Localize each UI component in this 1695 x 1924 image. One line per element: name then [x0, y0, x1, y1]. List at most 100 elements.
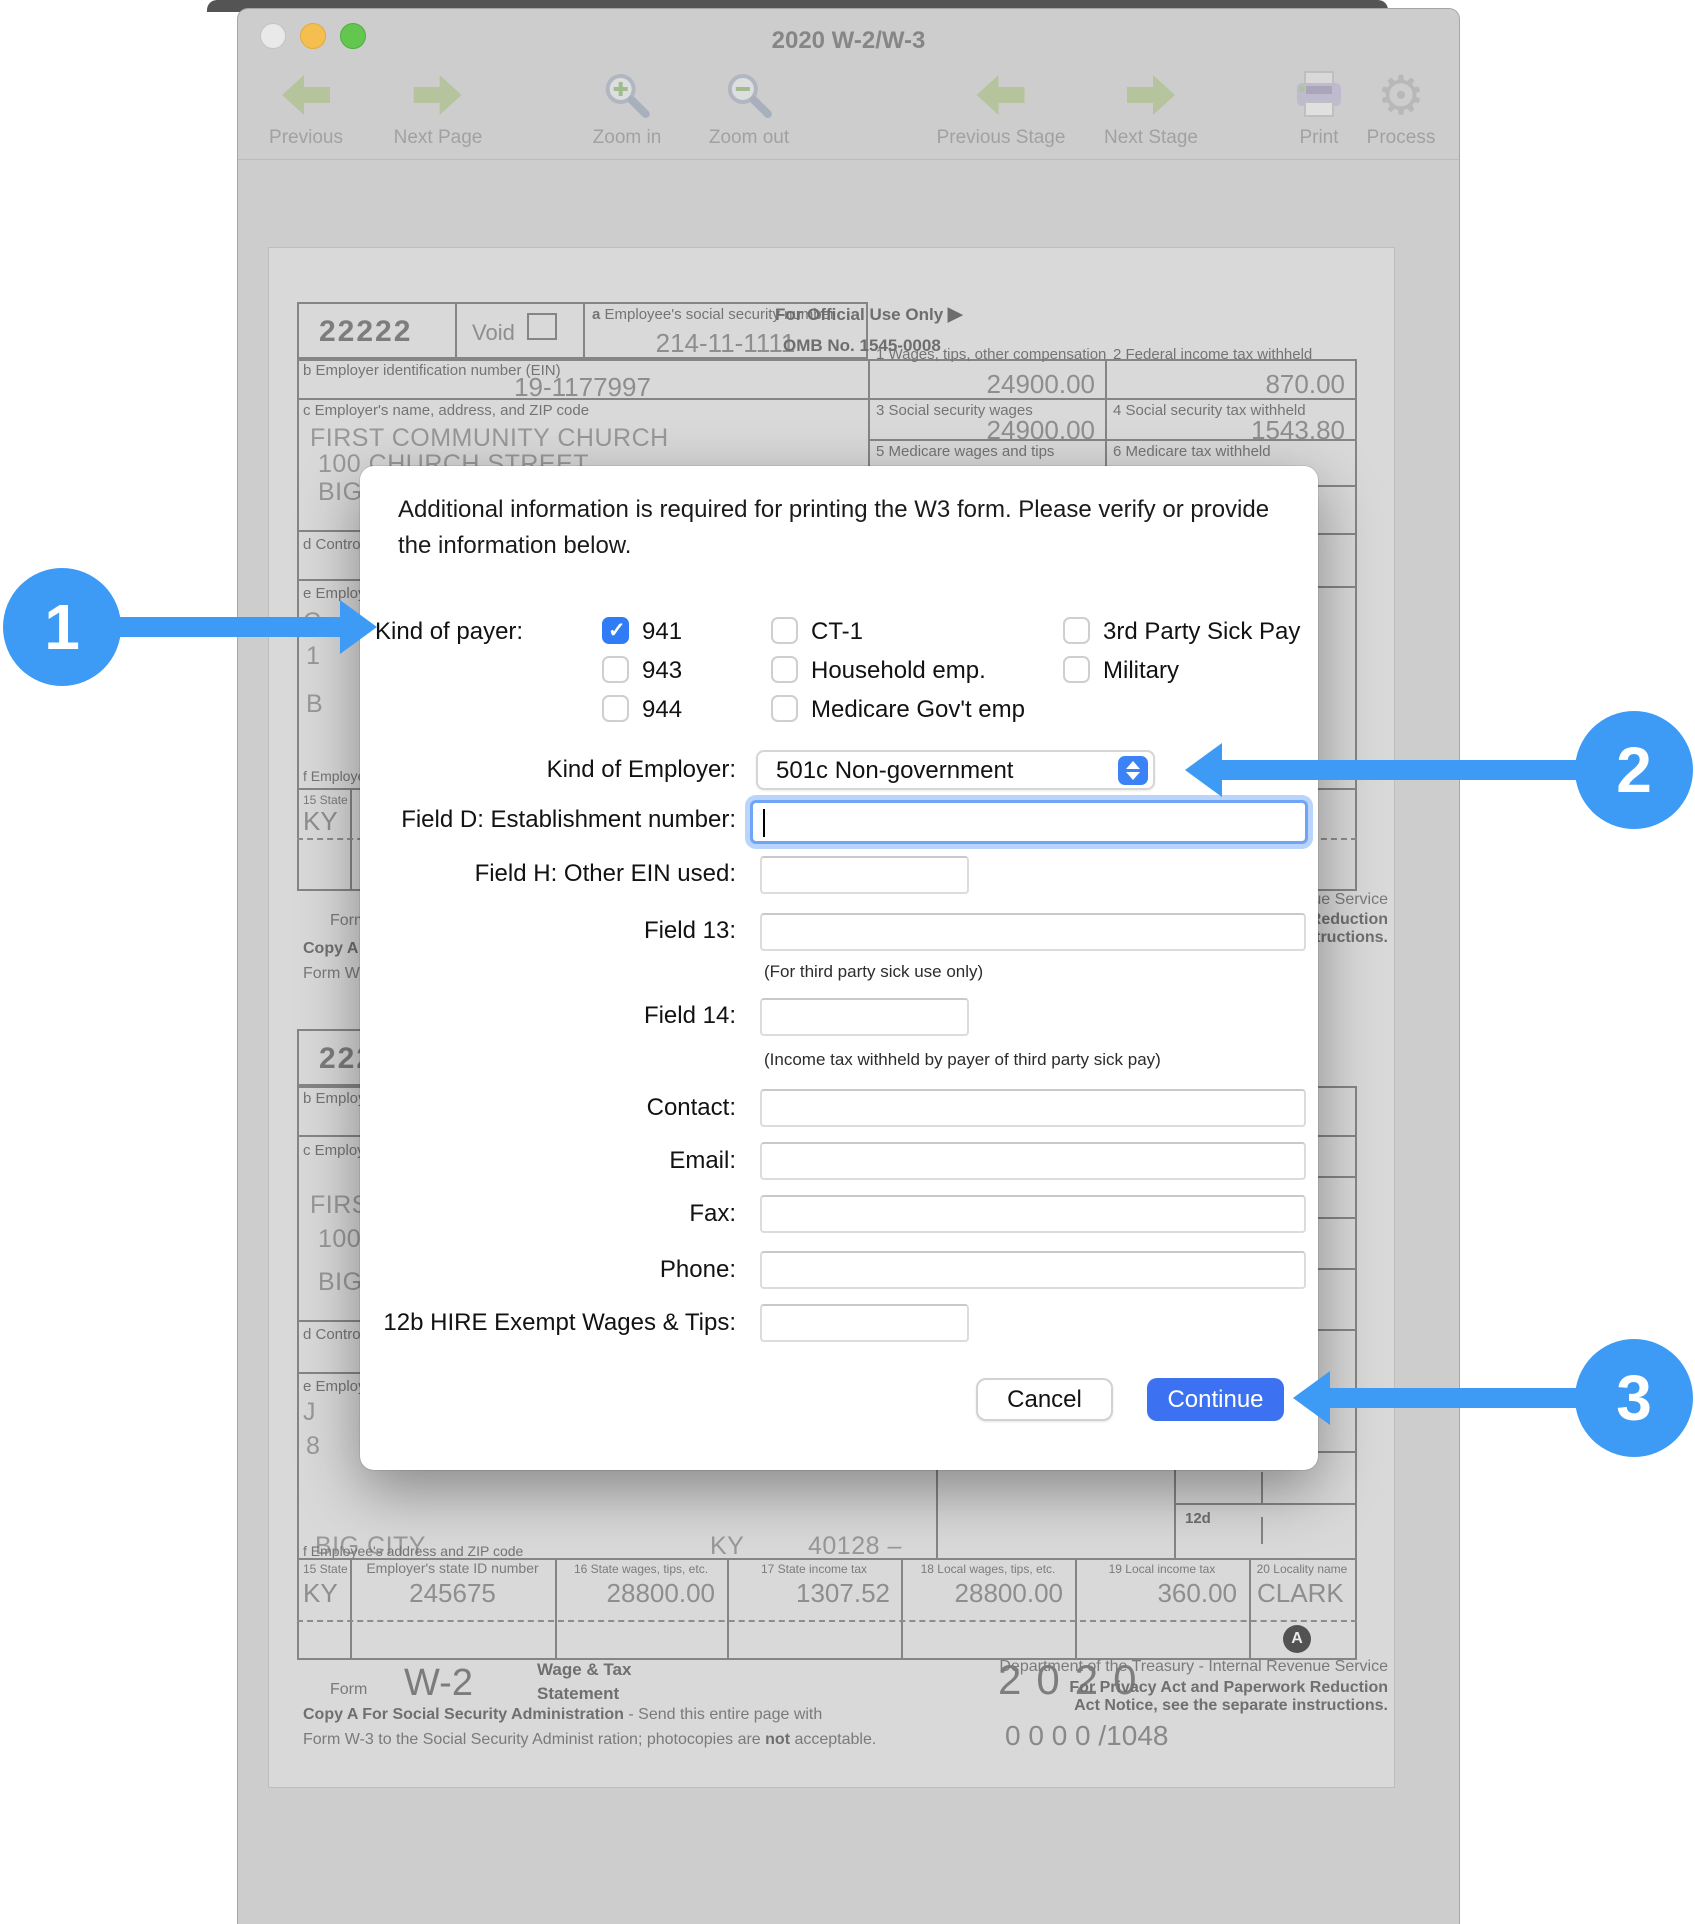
checkbox-941-label: 941: [642, 618, 682, 646]
checkbox-943[interactable]: [602, 656, 629, 683]
box12d-label: 12d: [1185, 1510, 1211, 1527]
checkbox-941[interactable]: [602, 617, 629, 644]
field-h-input[interactable]: [760, 856, 969, 894]
arrow-left-icon: [269, 67, 343, 123]
toolbar-button-previous-stage[interactable]: Previous Stage: [937, 67, 1066, 149]
toolbar-button-previous[interactable]: Previous: [269, 67, 343, 149]
void-label: Void: [472, 320, 515, 346]
state-header: 18 Local wages, tips, etc.: [901, 1562, 1075, 1576]
toolbar-button-process[interactable]: ⚙ Process: [1367, 67, 1436, 149]
toolbar-button-print[interactable]: Print: [1293, 67, 1345, 149]
toolbar-label: Next Stage: [1104, 127, 1198, 149]
ein-value: 19-1177997: [297, 372, 868, 403]
checkbox-3rd-party[interactable]: [1063, 617, 1090, 644]
toolbar-button-zoom-out[interactable]: Zoom out: [709, 67, 789, 149]
state-value: KY: [303, 806, 338, 837]
state-header: 20 Locality name: [1249, 1562, 1355, 1576]
employee-addr-label: f Employee's address and ZIP code: [303, 1543, 523, 1559]
kind-of-employer-label: Kind of Employer:: [360, 756, 736, 784]
callout-2-badge: 2: [1575, 711, 1693, 829]
form-line: [1261, 1472, 1263, 1503]
phone-input[interactable]: [760, 1251, 1306, 1289]
email-input[interactable]: [760, 1142, 1306, 1180]
toolbar-label: Process: [1367, 127, 1436, 149]
copy-a-rest: - Send this entire page with: [624, 1706, 822, 1723]
callout-3-arrow: [1329, 1388, 1579, 1408]
form-line: [455, 302, 457, 359]
employer-name: FIRST COMMUNITY CHURCH: [310, 424, 669, 453]
hire-exempt-input[interactable]: [760, 1304, 969, 1342]
printer-icon: [1293, 67, 1345, 123]
employee-street-fragment: 1: [306, 642, 320, 671]
copy-line2-bold: not: [765, 1731, 790, 1748]
box1-label: 1 Wages, tips, other compensation: [876, 346, 1106, 363]
checkbox-944[interactable]: [602, 695, 629, 722]
callout-2-arrowhead-icon: [1185, 743, 1222, 797]
kind-of-employer-select[interactable]: 501c Non-government: [756, 750, 1155, 790]
field-13-caption: (For third party sick use only): [764, 962, 983, 982]
field-d-label: Field D: Establishment number:: [360, 806, 736, 834]
toolbar-label: Zoom out: [709, 127, 789, 149]
official-use-label: For Official Use Only ▶: [775, 303, 963, 326]
callout-3-badge: 3: [1575, 1339, 1693, 1457]
contact-input[interactable]: [760, 1089, 1306, 1127]
state-value: 1307.52: [727, 1578, 890, 1609]
field-d-input[interactable]: [750, 800, 1308, 844]
toolbar-button-next-page[interactable]: Next Page: [394, 67, 483, 149]
checkbox-military-label: Military: [1103, 657, 1179, 685]
arrow-left-icon: [937, 67, 1066, 123]
state-value: 28800.00: [555, 1578, 715, 1609]
checkbox-943-label: 943: [642, 657, 682, 685]
toolbar-label: Previous: [269, 127, 343, 149]
box-letter: a: [592, 306, 600, 323]
checkbox-ct1[interactable]: [771, 617, 798, 644]
state-header: 17 State income tax: [727, 1562, 901, 1576]
toolbar-button-zoom-in[interactable]: Zoom in: [593, 67, 662, 149]
form-line: [1355, 359, 1357, 889]
fax-input[interactable]: [760, 1195, 1306, 1233]
dialog-message: Additional information is required for p…: [398, 492, 1298, 564]
form-title: Statement: [537, 1684, 619, 1704]
employer-name-fragment: FIRST COMMUNITY CHURCH: [310, 1191, 362, 1220]
state-value: 28800.00: [901, 1578, 1063, 1609]
employee-city-fragment: B: [306, 690, 323, 719]
field-13-input[interactable]: [760, 913, 1306, 951]
employee-street-fragment: 8: [306, 1432, 320, 1461]
form-dashed-line: [297, 1620, 1357, 1622]
field-14-input[interactable]: [760, 998, 969, 1036]
contact-label: Contact:: [360, 1094, 736, 1122]
toolbar-label: Next Page: [394, 127, 483, 149]
city-zip-value: 40128 –: [808, 1532, 902, 1561]
employer-city-fragment: BIG CITY: [318, 1268, 362, 1297]
form-title: Wage & Tax: [537, 1660, 631, 1680]
callout-1-arrowhead-icon: [340, 600, 377, 654]
state-header: Employer's state ID number: [350, 1560, 555, 1576]
box5-label: 5 Medicare wages and tips: [876, 443, 1054, 460]
copy-line2-b: acceptable.: [790, 1731, 876, 1748]
copy-a-bold: Copy A For Social Security Administratio…: [303, 1706, 624, 1723]
checkbox-944-label: 944: [642, 696, 682, 724]
catalog-number: 0 0 0 0 /1048: [1005, 1720, 1168, 1752]
arrow-right-glyph: ▶: [948, 304, 963, 325]
cancel-button[interactable]: Cancel: [976, 1378, 1113, 1421]
copy-line2-a: Form W-3 to the Social Security Administ…: [303, 1731, 761, 1748]
form-line: [1355, 1086, 1357, 1658]
checkbox-household[interactable]: [771, 656, 798, 683]
checkbox-medicare-gov[interactable]: [771, 695, 798, 722]
callout-2-arrow: [1221, 760, 1579, 780]
kind-of-payer-label: Kind of payer:: [375, 618, 523, 646]
box4-value: 1543.80: [1145, 415, 1345, 446]
kind-of-employer-value: 501c Non-government: [776, 752, 1013, 789]
void-checkbox[interactable]: [527, 313, 557, 340]
toolbar-button-next-stage[interactable]: Next Stage: [1104, 67, 1198, 149]
continue-button[interactable]: Continue: [1147, 1378, 1284, 1421]
callout-3-arrowhead-icon: [1293, 1371, 1330, 1425]
checkbox-military[interactable]: [1063, 656, 1090, 683]
state-header: 16 State wages, tips, etc.: [555, 1562, 727, 1576]
checkbox-ct1-label: CT-1: [811, 618, 863, 646]
box1-value: 24900.00: [895, 369, 1095, 400]
toolbar-separator: [238, 159, 1459, 160]
dialog-message-line1: Additional information is required for p…: [398, 496, 1269, 523]
control-code: 22222: [319, 315, 412, 349]
zoom-out-icon: [709, 67, 789, 123]
